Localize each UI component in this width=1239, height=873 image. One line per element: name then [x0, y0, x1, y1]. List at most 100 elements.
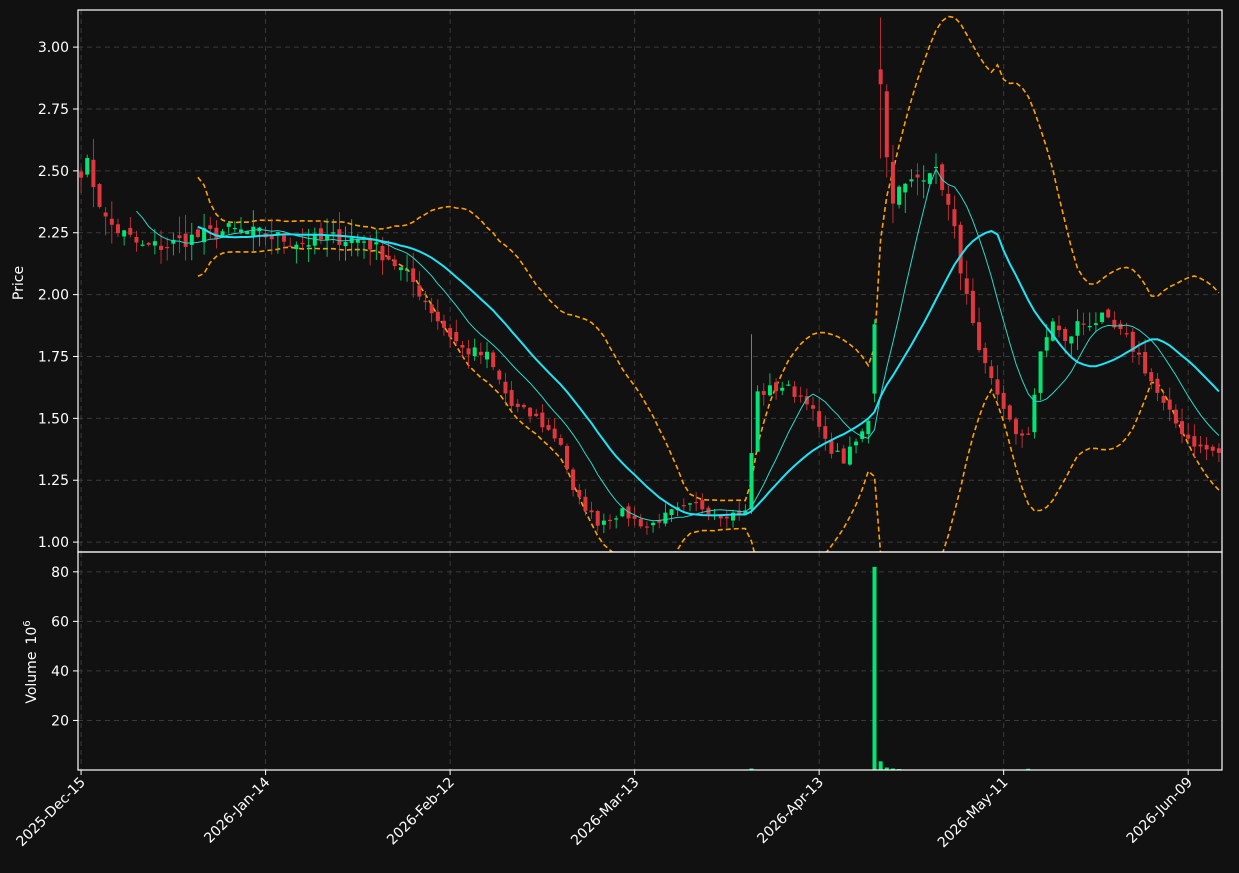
candle-body	[509, 390, 514, 406]
price-y-ticks: 1.00 1.25 1.50 1.75 2.00 2.25 2.50 2.75 3.00	[38, 40, 78, 551]
candle-body	[300, 242, 305, 245]
candle-body	[441, 320, 446, 328]
candle-body	[1020, 433, 1025, 436]
candle-body	[208, 225, 213, 229]
candle-body	[448, 328, 453, 337]
candle-body	[663, 512, 668, 524]
candle-body	[1069, 336, 1074, 344]
candle-body	[958, 224, 963, 274]
candle-body	[331, 232, 336, 234]
candle-body	[152, 241, 157, 246]
price-y-tick-label: 3.00	[38, 40, 69, 56]
candle-body	[946, 193, 951, 205]
candle-body	[995, 379, 1000, 395]
candle-body	[411, 268, 416, 283]
candle-body	[1063, 329, 1068, 341]
candle-body	[398, 267, 403, 271]
volume-grid	[78, 552, 1222, 770]
candle-body	[214, 227, 219, 240]
candle-body	[1186, 434, 1191, 439]
candle-body	[1198, 444, 1203, 447]
candle-body	[103, 212, 108, 217]
candle-body	[608, 519, 613, 522]
candle-body	[749, 453, 754, 510]
price-y-tick-label: 2.25	[38, 226, 69, 242]
x-tick-label: 2026-Feb-12	[384, 775, 458, 849]
candle-body	[454, 332, 459, 342]
price-grid	[78, 10, 1222, 552]
volume-bar	[872, 566, 877, 770]
candle-body	[872, 324, 877, 394]
x-tick-label: 2026-May-11	[935, 775, 1012, 852]
candle-body	[546, 425, 551, 430]
candle-body	[644, 526, 649, 528]
candle-body	[1210, 446, 1215, 451]
candle-body	[122, 230, 127, 237]
candle-body	[854, 441, 859, 446]
candle-body	[503, 381, 508, 394]
candle-body	[282, 235, 287, 242]
candle-body	[577, 489, 582, 497]
volume-y-tick-label: 60	[51, 614, 69, 630]
candle-body	[521, 404, 526, 408]
price-panel-frame	[77, 9, 1223, 553]
candle-body	[724, 516, 729, 519]
candle-body	[638, 519, 643, 527]
candle-body	[183, 233, 188, 247]
candle-body	[115, 224, 120, 234]
price-y-tick-label: 1.75	[38, 349, 69, 365]
candle-body	[810, 405, 815, 409]
candle-body	[564, 445, 569, 469]
candle-body	[1192, 436, 1197, 447]
candle-body	[890, 161, 895, 204]
candle-body	[485, 351, 490, 360]
candle-body	[1007, 405, 1012, 420]
bollinger-upper-band	[197, 15, 1220, 502]
volume-y-ticks: 20 40 60 80	[51, 565, 78, 729]
candle-body	[1081, 323, 1086, 325]
price-y-tick-label: 2.75	[38, 102, 69, 118]
candle-body	[583, 496, 588, 511]
candle-body	[232, 227, 237, 230]
price-y-tick-label: 1.00	[38, 535, 69, 551]
volume-y-tick-label: 20	[51, 713, 69, 729]
candle-body	[798, 395, 803, 397]
price-y-tick-label: 2.00	[38, 288, 69, 304]
candle-body	[140, 244, 145, 246]
candle-body	[528, 407, 533, 417]
candle-body	[386, 255, 391, 260]
candle-body	[337, 229, 342, 245]
candle-body	[165, 246, 170, 249]
price-axis-label: Price	[11, 266, 27, 300]
candle-body	[491, 352, 496, 368]
candle-body	[1032, 394, 1037, 433]
candle-body	[1161, 396, 1166, 403]
candle-body	[601, 520, 606, 525]
candle-body	[651, 522, 656, 526]
candle-body	[829, 440, 834, 454]
candle-body	[989, 366, 994, 378]
candle-body	[177, 235, 182, 239]
candle-body	[1106, 309, 1111, 318]
volume-y-tick-label: 40	[51, 664, 69, 680]
candle-body	[134, 237, 139, 243]
candle-body	[392, 259, 397, 267]
candle-body	[977, 322, 982, 351]
candle-body	[681, 505, 686, 507]
candle-body	[571, 469, 576, 490]
candle-body	[1087, 326, 1092, 328]
price-y-tick-label: 1.50	[38, 411, 69, 427]
candle-body	[128, 227, 133, 235]
candle-body	[817, 411, 822, 427]
candle-body	[1136, 352, 1141, 355]
candle-body	[761, 391, 766, 395]
candle-body	[423, 300, 428, 303]
candle-body	[472, 347, 477, 357]
candle-body	[318, 228, 323, 240]
candle-body	[226, 223, 231, 227]
candle-body	[466, 348, 471, 355]
candle-body	[1093, 323, 1098, 325]
candle-body	[687, 503, 692, 505]
volume-y-tick-label: 80	[51, 565, 69, 581]
candle-body	[909, 179, 914, 182]
